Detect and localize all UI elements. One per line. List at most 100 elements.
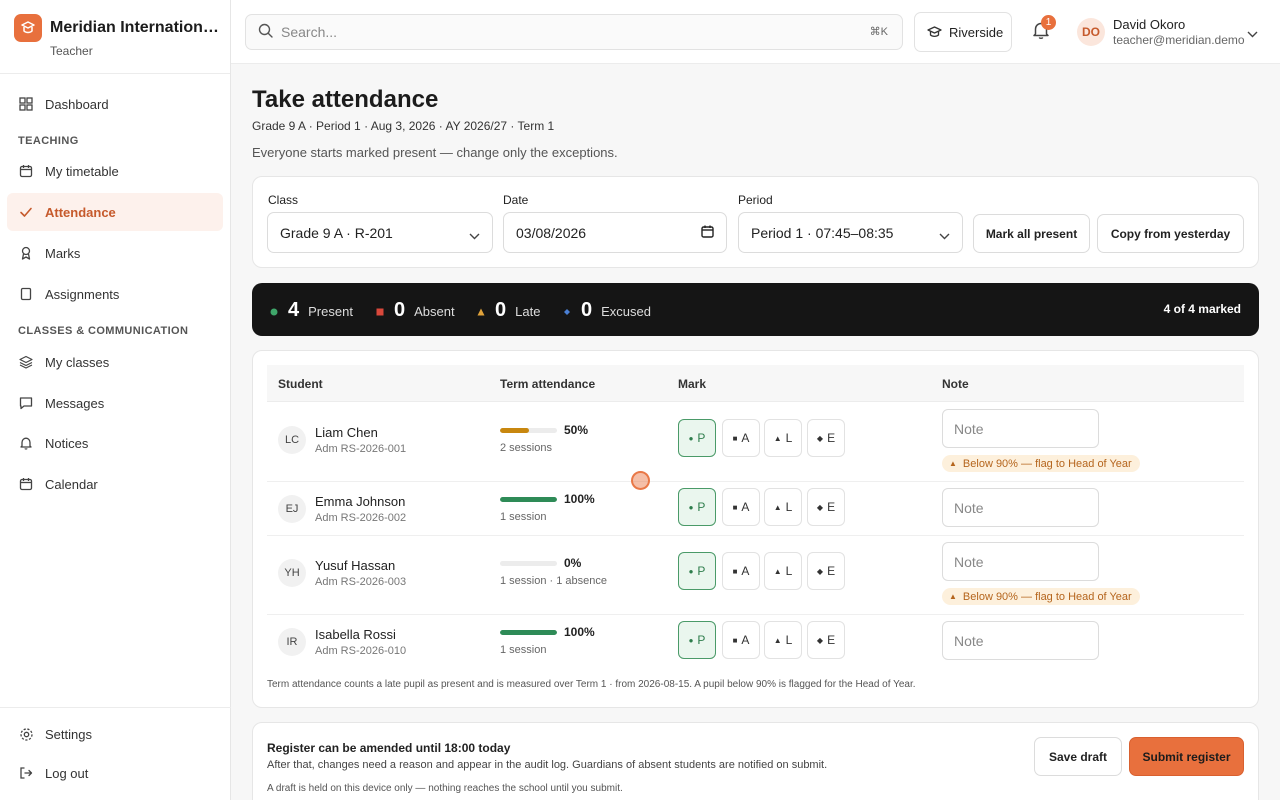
excused-count: 0 <box>581 299 593 321</box>
term-attendance-bar <box>500 561 557 566</box>
present-count: 4 <box>288 299 300 321</box>
mark-l-label: L <box>785 564 793 578</box>
excused-diamond-icon <box>563 304 571 319</box>
mark-all-present-button[interactable]: Mark all present <box>973 214 1090 253</box>
sidebar-item-label: Marks <box>45 245 81 261</box>
avatar[interactable]: DO <box>1077 18 1105 46</box>
sidebar-item-label: Assignments <box>45 286 120 302</box>
mark-e-glyph: ◆ <box>816 433 824 443</box>
mark-p-label: P <box>697 431 706 445</box>
mark-l-button[interactable]: ▲ L <box>764 488 802 526</box>
note-input[interactable] <box>942 621 1099 660</box>
save-draft-button[interactable]: Save draft <box>1034 737 1122 776</box>
absent-count: 0 <box>394 299 406 321</box>
warning-triangle-icon: ▲ <box>949 592 957 601</box>
mark-a-button[interactable]: ■ A <box>722 419 760 457</box>
sidebar-item-settings[interactable]: Settings <box>7 715 223 753</box>
note-input[interactable] <box>942 488 1099 527</box>
campus-switcher[interactable]: Riverside <box>914 12 1012 52</box>
note-input[interactable] <box>942 409 1099 448</box>
mark-a-button[interactable]: ■ A <box>722 488 760 526</box>
sidebar-item-attendance[interactable]: Attendance <box>7 193 223 231</box>
sidebar-item-label: Attendance <box>45 204 116 220</box>
student-name[interactable]: Emma Johnson <box>315 494 405 509</box>
mark-a-button[interactable]: ■ A <box>722 621 760 659</box>
mark-a-glyph: ■ <box>732 566 738 576</box>
term-attendance-percent: 0% <box>564 556 582 570</box>
sidebar-item-assignments[interactable]: Assignments <box>7 275 223 313</box>
mark-e-button[interactable]: ◆ E <box>807 419 845 457</box>
absent-stat: 0 Absent <box>376 299 455 322</box>
term-attendance-percent: 100% <box>564 625 595 639</box>
user-role: Teacher <box>50 44 93 58</box>
mark-p-glyph: ● <box>688 502 694 512</box>
sidebar-item-calendar[interactable]: Calendar <box>7 465 223 503</box>
calendar-icon <box>18 476 34 492</box>
mark-a-label: A <box>741 564 750 578</box>
mark-e-label: E <box>827 633 836 647</box>
school-logo-icon <box>14 14 42 42</box>
mark-a-label: A <box>741 633 750 647</box>
sidebar-item-logout[interactable]: Log out <box>7 754 223 792</box>
class-select[interactable]: Grade 9 A · R-201 <box>267 212 493 253</box>
absent-label: Absent <box>414 304 455 319</box>
chevron-down-icon[interactable] <box>1247 26 1258 41</box>
table-footnote: Term attendance counts a late pupil as p… <box>267 679 916 690</box>
search-input[interactable] <box>281 24 841 40</box>
term-sessions: 1 session <box>500 644 547 656</box>
copy-from-yesterday-button[interactable]: Copy from yesterday <box>1097 214 1244 253</box>
chevron-down-icon <box>939 227 950 243</box>
marked-count: 4 of 4 marked <box>1163 302 1241 316</box>
sidebar-item-timetable[interactable]: My timetable <box>7 152 223 190</box>
student-name[interactable]: Isabella Rossi <box>315 627 396 642</box>
sidebar-item-marks[interactable]: Marks <box>7 234 223 272</box>
term-sessions: 1 session <box>500 511 547 523</box>
mark-p-button[interactable]: ● P <box>678 419 716 457</box>
chevron-down-icon <box>469 227 480 243</box>
flag-text: Below 90% — flag to Head of Year <box>962 457 1132 470</box>
mark-p-button[interactable]: ● P <box>678 488 716 526</box>
flag-text: Below 90% — flag to Head of Year <box>962 590 1132 603</box>
page-title: Take attendance <box>252 86 439 113</box>
mark-p-glyph: ● <box>688 635 694 645</box>
mark-e-button[interactable]: ◆ E <box>807 488 845 526</box>
mark-p-label: P <box>697 564 706 578</box>
date-label: Date <box>503 193 529 207</box>
search-box[interactable]: ⌘K <box>245 14 903 50</box>
topbar: ⌘K Riverside 1 DO David Okoro teacher@me… <box>231 0 1280 64</box>
student-name[interactable]: Yusuf Hassan <box>315 558 395 573</box>
sidebar-item-messages[interactable]: Messages <box>7 384 223 422</box>
sidebar-item-my-classes[interactable]: My classes <box>7 343 223 381</box>
mark-e-button[interactable]: ◆ E <box>807 552 845 590</box>
calendar-icon[interactable] <box>701 225 714 241</box>
note-input[interactable] <box>942 542 1099 581</box>
brand-header: Meridian International School Teacher <box>0 0 230 74</box>
mark-l-label: L <box>785 633 793 647</box>
mark-l-button[interactable]: ▲ L <box>764 621 802 659</box>
period-select[interactable]: Period 1 · 07:45–08:35 <box>738 212 963 253</box>
late-stat: 0 Late <box>477 299 540 322</box>
mark-p-button[interactable]: ● P <box>678 621 716 659</box>
gear-icon <box>18 726 34 742</box>
excused-label: Excused <box>601 304 651 319</box>
mark-l-button[interactable]: ▲ L <box>764 419 802 457</box>
date-input[interactable]: 03/08/2026 <box>503 212 727 253</box>
mark-a-button[interactable]: ■ A <box>722 552 760 590</box>
mark-p-button[interactable]: ● P <box>678 552 716 590</box>
notification-badge: 1 <box>1041 15 1056 30</box>
submit-register-button[interactable]: Submit register <box>1129 737 1244 776</box>
mark-e-button[interactable]: ◆ E <box>807 621 845 659</box>
mark-a-glyph: ■ <box>732 502 738 512</box>
mark-l-label: L <box>785 500 793 514</box>
mark-l-button[interactable]: ▲ L <box>764 552 802 590</box>
student-name[interactable]: Liam Chen <box>315 425 378 440</box>
nav-section-classes: CLASSES & COMMUNICATION <box>18 325 189 337</box>
sidebar-item-notices[interactable]: Notices <box>7 424 223 462</box>
term-attendance-bar <box>500 497 557 502</box>
excused-stat: 0 Excused <box>563 299 651 322</box>
grid-icon <box>18 96 34 112</box>
user-name[interactable]: David Okoro <box>1113 17 1185 32</box>
class-label: Class <box>268 193 299 207</box>
sidebar-item-dashboard[interactable]: Dashboard <box>7 85 223 123</box>
sidebar-item-label: My timetable <box>45 163 119 179</box>
